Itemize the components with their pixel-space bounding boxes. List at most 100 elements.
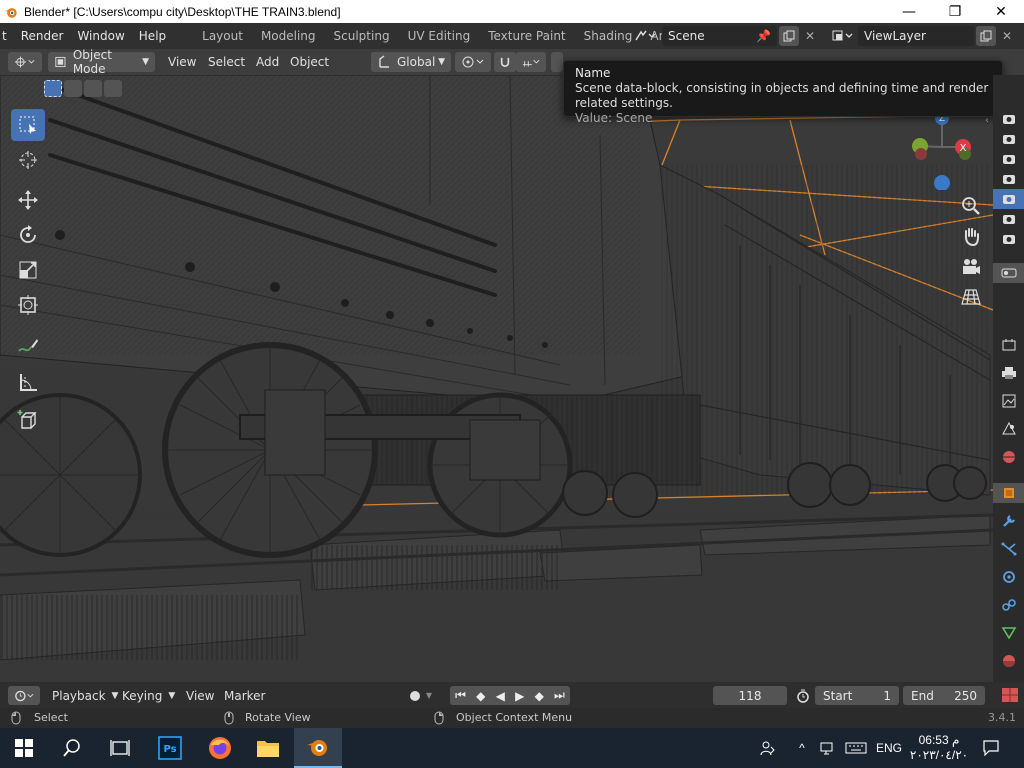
transform-tool[interactable] <box>11 289 45 321</box>
annotate-tool[interactable] <box>11 330 45 362</box>
end-frame-field[interactable]: End 250 <box>903 686 985 705</box>
properties-constraints-tab[interactable] <box>993 595 1024 615</box>
delete-viewlayer-button[interactable]: ✕ <box>998 26 1016 46</box>
outliner-camera-toggle-7[interactable] <box>993 229 1024 249</box>
scale-tool[interactable] <box>11 254 45 286</box>
menu-render[interactable]: Render <box>14 23 71 49</box>
jump-end-button[interactable]: ⏭ <box>554 688 565 703</box>
outliner-camera-toggle-3[interactable] <box>993 149 1024 169</box>
zoom-view-button[interactable] <box>957 193 985 219</box>
show-hidden-icons-button[interactable]: ^ <box>792 728 812 768</box>
pan-view-button[interactable] <box>957 223 985 249</box>
language-indicator[interactable]: ENG <box>871 728 907 768</box>
keyboard-button[interactable] <box>843 728 869 768</box>
outliner-camera-toggle-6[interactable] <box>993 209 1024 229</box>
network-button[interactable] <box>816 728 840 768</box>
properties-modifiers-tab[interactable] <box>993 511 1024 531</box>
measure-tool[interactable] <box>11 366 45 398</box>
search-button[interactable] <box>48 728 96 768</box>
keying-menu[interactable]: Keying ▼ <box>116 686 181 705</box>
outliner-camera-toggle-1[interactable] <box>993 109 1024 129</box>
close-button[interactable]: ✕ <box>978 0 1024 23</box>
scene-browse-button[interactable] <box>628 26 662 46</box>
jump-start-button[interactable]: ⏮ <box>455 688 466 703</box>
prev-keyframe-button[interactable]: ◆ <box>476 689 485 703</box>
object-menu[interactable]: Object <box>284 52 335 72</box>
move-tool[interactable] <box>11 184 45 216</box>
new-viewlayer-button[interactable] <box>976 26 996 46</box>
transform-orientation-dropdown[interactable]: Global ▼ <box>371 52 451 72</box>
tab-uv-editing[interactable]: UV Editing <box>399 23 480 49</box>
properties-object-tab[interactable] <box>993 483 1024 503</box>
file-explorer-taskbar-button[interactable] <box>244 728 292 768</box>
properties-material-tab[interactable] <box>993 651 1024 671</box>
viewlayer-name-field[interactable]: ViewLayer <box>858 26 974 46</box>
menu-help[interactable]: Help <box>132 23 173 49</box>
minimize-button[interactable]: — <box>886 0 932 23</box>
delete-scene-button[interactable]: ✕ <box>801 26 819 46</box>
pin-icon[interactable]: 📌 <box>756 29 771 43</box>
task-view-button[interactable] <box>96 728 144 768</box>
auto-keying-toggle[interactable]: ▼ <box>402 686 440 705</box>
menu-window[interactable]: Window <box>70 23 131 49</box>
tab-texture-paint[interactable]: Texture Paint <box>479 23 574 49</box>
properties-physics-tab[interactable] <box>993 567 1024 587</box>
play-button[interactable]: ▶ <box>515 689 524 703</box>
snap-target-dropdown[interactable] <box>516 52 546 72</box>
3d-viewport[interactable]: X Z ‹ <box>0 75 993 682</box>
marker-menu[interactable]: Marker <box>218 686 271 705</box>
clock[interactable]: 06:53 م ٢٠٢٣/٠٤/٢٠ <box>908 728 970 768</box>
tab-sculpting[interactable]: Sculpting <box>325 23 399 49</box>
camera-view-button[interactable] <box>957 254 985 280</box>
next-keyframe-button[interactable]: ◆ <box>535 689 544 703</box>
firefox-taskbar-button[interactable] <box>196 728 244 768</box>
editor-type-dropdown[interactable] <box>8 52 42 72</box>
select-menu[interactable]: Select <box>202 52 251 72</box>
viewlayer-browse-button[interactable] <box>826 26 858 46</box>
playback-menu[interactable]: Playback ▼ <box>46 686 124 705</box>
outliner-camera-toggle-selected[interactable] <box>993 189 1024 209</box>
photoshop-taskbar-button[interactable]: Ps <box>146 728 194 768</box>
properties-scene-tab[interactable] <box>993 419 1024 439</box>
add-cube-tool[interactable] <box>11 404 45 436</box>
mode-dropdown[interactable]: Object Mode ▼ <box>48 48 155 76</box>
properties-data-tab[interactable] <box>993 623 1024 643</box>
new-scene-button[interactable] <box>779 26 799 46</box>
select-invert-button[interactable] <box>104 80 122 97</box>
tab-layout[interactable]: Layout <box>193 23 252 49</box>
people-button[interactable] <box>756 728 780 768</box>
current-frame-field[interactable]: 118 <box>713 686 787 705</box>
properties-tool-tab[interactable] <box>993 263 1024 283</box>
properties-view-layer-tab[interactable] <box>993 391 1024 411</box>
outliner-camera-toggle-2[interactable] <box>993 129 1024 149</box>
properties-particles-tab[interactable] <box>993 539 1024 559</box>
properties-render-tab[interactable] <box>993 335 1024 355</box>
select-subtract-button[interactable] <box>84 80 102 97</box>
play-reverse-button[interactable]: ◀ <box>496 689 505 703</box>
select-new-button[interactable] <box>44 80 62 97</box>
view-menu[interactable]: View <box>162 52 202 72</box>
rotate-tool[interactable] <box>11 219 45 251</box>
start-button[interactable] <box>0 728 48 768</box>
scene-name-field[interactable]: Scene 📌 <box>662 26 777 46</box>
start-frame-field[interactable]: Start 1 <box>815 686 899 705</box>
add-menu[interactable]: Add <box>250 52 285 72</box>
blender-taskbar-button[interactable] <box>294 728 342 768</box>
pivot-point-dropdown[interactable] <box>455 52 491 72</box>
properties-output-tab[interactable] <box>993 363 1024 383</box>
select-box-tool[interactable] <box>11 109 45 141</box>
tab-modeling[interactable]: Modeling <box>252 23 325 49</box>
menu-edit[interactable]: t <box>0 23 14 49</box>
preview-range-toggle[interactable] <box>792 686 814 705</box>
properties-world-tab[interactable] <box>993 447 1024 467</box>
perspective-toggle-button[interactable] <box>957 284 985 310</box>
notifications-button[interactable] <box>976 728 1006 768</box>
timeline-view-menu[interactable]: View <box>180 686 220 705</box>
maximize-button[interactable]: ❐ <box>932 0 978 23</box>
snap-toggle[interactable] <box>494 52 516 72</box>
proportional-edit-toggle[interactable] <box>551 52 563 72</box>
timeline-editor-type-dropdown[interactable] <box>8 686 40 705</box>
select-extend-button[interactable] <box>64 80 82 97</box>
cursor-tool[interactable] <box>11 144 45 176</box>
outliner-camera-toggle-4[interactable] <box>993 169 1024 189</box>
